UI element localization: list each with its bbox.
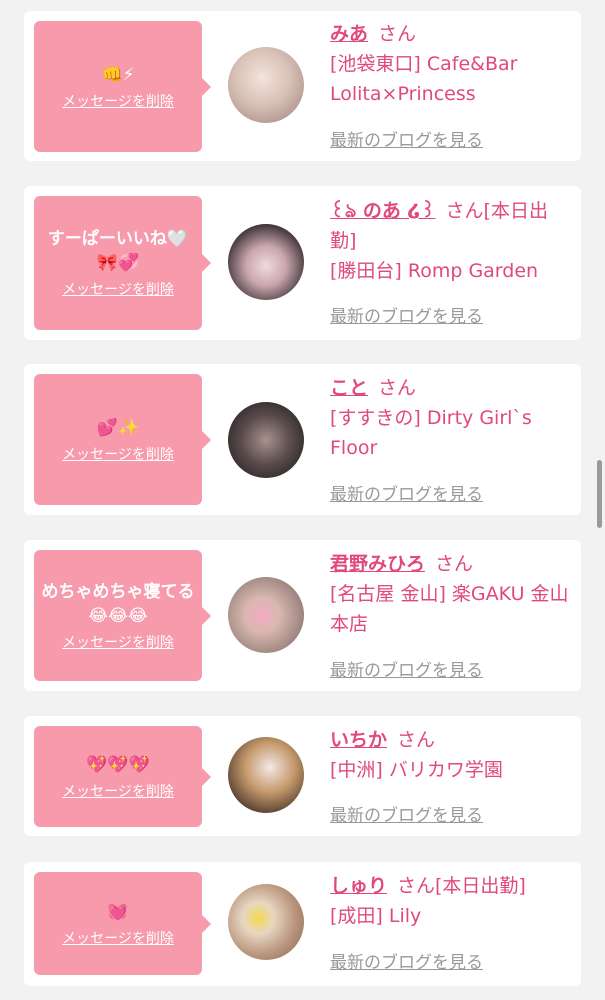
latest-blog-link[interactable]: 最新のブログを見る (330, 126, 483, 151)
message-bubble: めちゃめちゃ寝てる😂😂😂 メッセージを削除 (34, 550, 211, 681)
shop-name: [勝田台] Romp Garden (330, 260, 539, 282)
latest-blog-link[interactable]: 最新のブログを見る (330, 480, 483, 505)
latest-blog-link[interactable]: 最新のブログを見る (330, 801, 483, 826)
message-bubble: 💕✨ メッセージを削除 (34, 374, 211, 505)
cast-name-link[interactable]: ꒰ঌ のあ ໒꒱ (330, 200, 436, 222)
delete-message-link[interactable]: メッセージを削除 (62, 91, 174, 111)
message-bubble: 💓 メッセージを削除 (34, 872, 211, 975)
cast-name-link[interactable]: こと (330, 377, 368, 399)
latest-blog-link[interactable]: 最新のブログを見る (330, 656, 483, 681)
latest-blog-link[interactable]: 最新のブログを見る (330, 948, 483, 973)
delete-message-link[interactable]: メッセージを削除 (62, 781, 174, 801)
entry-info: みあ さん [池袋東口] Cafe&Bar Lolita×Princess (330, 19, 570, 109)
entry-info: ꒰ঌ のあ ໒꒱ さん[本日出勤] [勝田台] Romp Garden (330, 196, 570, 286)
message-card: 💖💖💖 メッセージを削除 いちか さん [中洲] バリカワ学園 最新のブログを見る (24, 716, 581, 836)
avatar[interactable] (228, 47, 304, 123)
message-text: 💖💖💖 (86, 754, 150, 775)
message-text: 👊⚡ (101, 64, 135, 85)
entry-info: いちか さん [中洲] バリカワ学園 (330, 725, 570, 785)
message-card: めちゃめちゃ寝てる😂😂😂 メッセージを削除 君野みひろ さん [名古屋 金山] 楽… (24, 540, 581, 691)
message-card: 💕✨ メッセージを削除 こと さん [すすきの] Dirty Girl`s Flo… (24, 364, 581, 515)
avatar[interactable] (228, 577, 304, 653)
entry-info: しゅり さん[本日出勤] [成田] Lily (330, 871, 570, 931)
avatar[interactable] (228, 224, 304, 300)
message-text: すーぱーいいね🤍🎀💞 (47, 229, 189, 273)
entry-info: 君野みひろ さん [名古屋 金山] 楽GAKU 金山本店 (330, 549, 570, 639)
name-suffix: さん (378, 23, 417, 45)
avatar[interactable] (228, 737, 304, 813)
message-bubble: 💖💖💖 メッセージを削除 (34, 726, 211, 827)
delete-message-link[interactable]: メッセージを削除 (62, 279, 174, 299)
avatar[interactable] (228, 884, 304, 960)
latest-blog-link[interactable]: 最新のブログを見る (330, 302, 483, 327)
shop-name: [成田] Lily (330, 905, 422, 927)
avatar[interactable] (228, 402, 304, 478)
name-suffix: さん (397, 729, 436, 751)
message-bubble: 👊⚡ メッセージを削除 (34, 21, 211, 152)
message-text: 💓 (107, 901, 129, 922)
name-suffix: さん (435, 553, 474, 575)
message-text: 💕✨ (96, 417, 140, 438)
cast-name-link[interactable]: みあ (330, 23, 368, 45)
delete-message-link[interactable]: メッセージを削除 (62, 928, 174, 948)
cast-name-link[interactable]: いちか (330, 729, 387, 751)
name-suffix: さん (378, 377, 417, 399)
message-card: 👊⚡ メッセージを削除 みあ さん [池袋東口] Cafe&Bar Lolita×… (24, 11, 581, 161)
delete-message-link[interactable]: メッセージを削除 (62, 632, 174, 652)
shop-name: [名古屋 金山] 楽GAKU 金山本店 (330, 583, 569, 635)
message-card: すーぱーいいね🤍🎀💞 メッセージを削除 ꒰ঌ のあ ໒꒱ さん[本日出勤] [勝田… (24, 186, 581, 340)
entry-info: こと さん [すすきの] Dirty Girl`s Floor (330, 373, 570, 463)
shop-name: [すすきの] Dirty Girl`s Floor (330, 407, 532, 459)
shop-name: [池袋東口] Cafe&Bar Lolita×Princess (330, 53, 518, 105)
delete-message-link[interactable]: メッセージを削除 (62, 444, 174, 464)
cast-name-link[interactable]: 君野みひろ (330, 553, 425, 575)
cast-name-link[interactable]: しゅり (330, 875, 387, 897)
message-text: めちゃめちゃ寝てる😂😂😂 (41, 581, 195, 626)
message-bubble: すーぱーいいね🤍🎀💞 メッセージを削除 (34, 196, 211, 330)
scrollbar[interactable] (597, 460, 602, 528)
shop-name: [中洲] バリカワ学園 (330, 759, 503, 781)
name-suffix: さん[本日出勤] (397, 875, 526, 897)
message-card: 💓 メッセージを削除 しゅり さん[本日出勤] [成田] Lily 最新のブログを… (24, 862, 581, 986)
